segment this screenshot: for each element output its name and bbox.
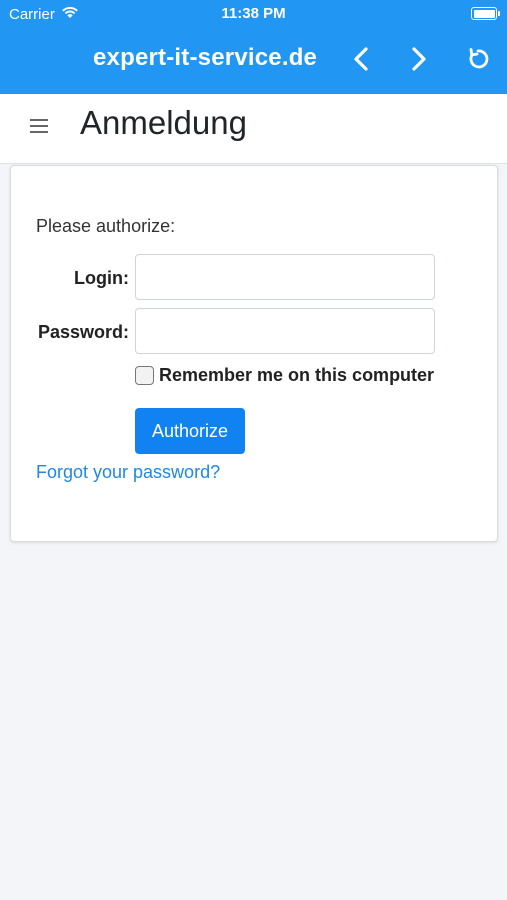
login-intro-text: Please authorize: (36, 216, 176, 236)
login-label: Login: (74, 268, 129, 288)
remember-me-label[interactable]: Remember me on this computer (159, 365, 434, 386)
login-input[interactable] (135, 254, 435, 300)
authorize-button[interactable]: Authorize (135, 408, 245, 454)
password-label: Password: (37, 322, 129, 342)
back-button[interactable] (346, 44, 376, 74)
chevron-right-icon (412, 47, 426, 71)
password-input[interactable] (135, 308, 435, 354)
chevron-left-icon (354, 47, 368, 71)
status-time: 11:38 PM (221, 5, 286, 22)
page-domain: expert-it-service.de (93, 44, 318, 71)
battery-icon (471, 7, 500, 20)
reload-icon (469, 48, 489, 69)
reload-button[interactable] (463, 44, 493, 74)
remember-me-option[interactable]: Remember me on this computer (135, 365, 434, 386)
login-card: Please authorize: Login: Password: Remem… (10, 165, 498, 542)
browser-top-bar: Carrier 11:38 PM expert-it-service.de (0, 0, 507, 94)
forward-button[interactable] (404, 44, 434, 74)
page-header: Anmeldung (0, 94, 507, 164)
hamburger-menu-icon[interactable] (30, 119, 48, 135)
page-title: Anmeldung (80, 104, 247, 141)
forgot-password-link[interactable]: Forgot your password? (36, 462, 220, 483)
remember-me-checkbox[interactable] (135, 366, 154, 385)
